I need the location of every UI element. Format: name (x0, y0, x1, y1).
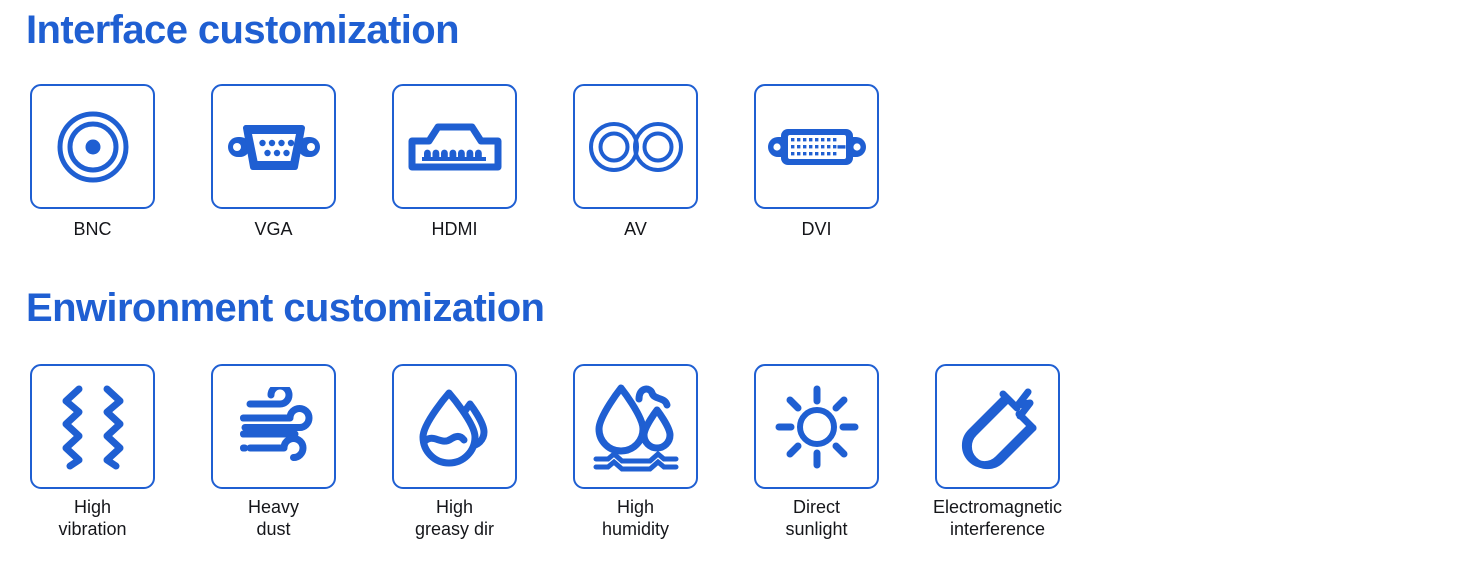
environment-section-title: Enwironment customization (26, 286, 545, 330)
av-connector-icon (588, 121, 683, 172)
dvi-tile[interactable] (754, 84, 879, 209)
feature-item-hdmi[interactable]: HDMI (392, 84, 517, 240)
feature-item-direct-sunlight[interactable]: Direct sunlight (754, 364, 879, 540)
feature-item-high-greasy-dirt[interactable]: High greasy dir (392, 364, 517, 540)
tile-label: VGA (254, 219, 293, 239)
bnc-connector-icon (57, 111, 128, 182)
sun-icon (775, 385, 858, 468)
spec-features-page: Interface customization BNC VGA HDMI AV … (0, 0, 1462, 576)
direct-sunlight-tile[interactable] (754, 364, 879, 489)
dust-wind-icon (239, 386, 312, 461)
feature-item-dvi[interactable]: DVI (754, 84, 879, 240)
high-vibration-tile[interactable] (30, 364, 155, 489)
feature-item-high-vibration[interactable]: High vibration (30, 364, 155, 540)
tile-label: DVI (801, 219, 832, 239)
electromagnetic-interference-tile[interactable] (935, 364, 1060, 489)
feature-item-high-humidity[interactable]: High humidity (573, 364, 698, 540)
interface-section-title: Interface customization (26, 8, 460, 52)
tile-label: HDMI (431, 219, 478, 239)
av-tile[interactable] (573, 84, 698, 209)
dvi-connector-icon (767, 128, 866, 165)
high-humidity-tile[interactable] (573, 364, 698, 489)
tile-label: High humidity (601, 497, 670, 539)
hdmi-connector-icon (408, 123, 501, 170)
vga-connector-icon (227, 124, 320, 170)
feature-item-av[interactable]: AV (573, 84, 698, 240)
heavy-dust-tile[interactable] (211, 364, 336, 489)
tile-label: AV (624, 219, 647, 239)
feature-item-electromagnetic-interference[interactable]: Electromagnetic interference (932, 364, 1063, 540)
interface-tile-row: BNC VGA HDMI AV DVI (30, 84, 879, 240)
tile-label: Heavy dust (247, 497, 300, 539)
tile-label: High vibration (58, 497, 127, 539)
tile-label: Direct sunlight (785, 497, 848, 539)
hdmi-tile[interactable] (392, 84, 517, 209)
high-greasy-dirt-tile[interactable] (392, 364, 517, 489)
vibration-icon (62, 385, 123, 469)
vga-tile[interactable] (211, 84, 336, 209)
feature-item-heavy-dust[interactable]: Heavy dust (211, 364, 336, 540)
bnc-tile[interactable] (30, 84, 155, 209)
humidity-droplets-icon (593, 384, 678, 471)
feature-item-bnc[interactable]: BNC (30, 84, 155, 240)
tile-label: High greasy dir (414, 497, 495, 539)
environment-tile-row: High vibration Heavy dust High greasy di… (30, 364, 1063, 540)
feature-item-vga[interactable]: VGA (211, 84, 336, 240)
tile-label: Electromagnetic interference (932, 497, 1063, 539)
magnet-interference-icon (961, 388, 1036, 469)
grease-droplet-icon (419, 389, 487, 466)
tile-label: BNC (73, 219, 112, 239)
